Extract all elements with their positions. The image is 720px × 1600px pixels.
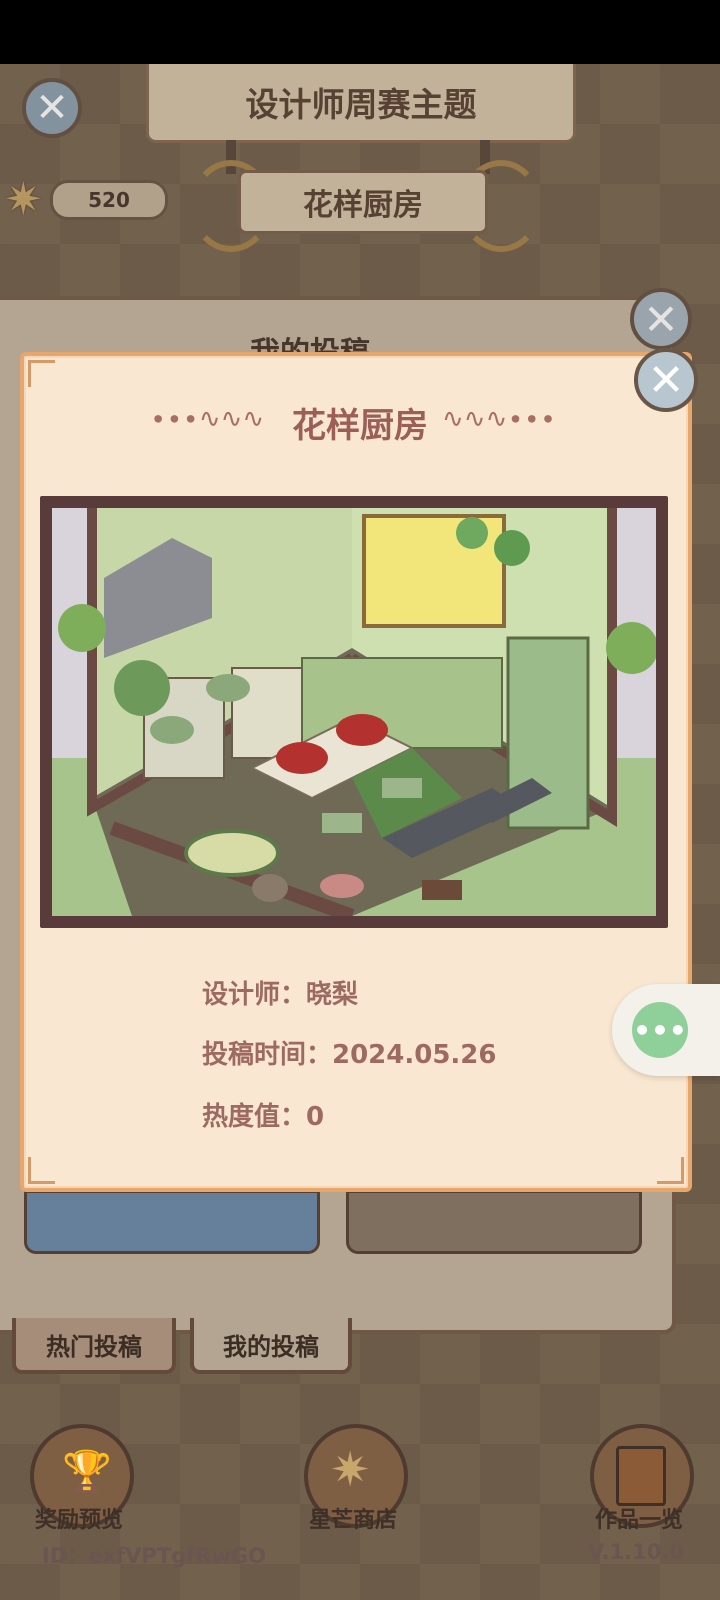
reward-preview-label: 奖励预览 (34, 1508, 123, 1533)
corner-decoration (28, 360, 55, 387)
works-list-label: 作品一览 (594, 1508, 683, 1533)
designer-info: 设计师：晓梨 (202, 980, 359, 1010)
kitchen-room-illustration (52, 508, 656, 916)
heat-value-info: 热度值：0 (202, 1102, 325, 1132)
user-id: ID：exfVPTgfRwGO (42, 1544, 266, 1568)
submit-time-info: 投稿时间：2024.05.26 (202, 1040, 497, 1070)
work-image (52, 508, 656, 916)
star-shop-icon: ✷ (330, 1442, 371, 1498)
trophy-icon: 🏆 (62, 1449, 112, 1495)
corner-decoration (28, 1157, 55, 1184)
status-bar (0, 0, 720, 64)
modal-title: 花样厨房 (292, 406, 428, 446)
app-version: V.1.10.0 (588, 1540, 684, 1564)
book-icon (616, 1446, 666, 1506)
corner-decoration (657, 1157, 684, 1184)
chat-bubble-icon[interactable]: ••• (632, 1002, 688, 1058)
star-shop-label: 星芒商店 (308, 1508, 397, 1533)
